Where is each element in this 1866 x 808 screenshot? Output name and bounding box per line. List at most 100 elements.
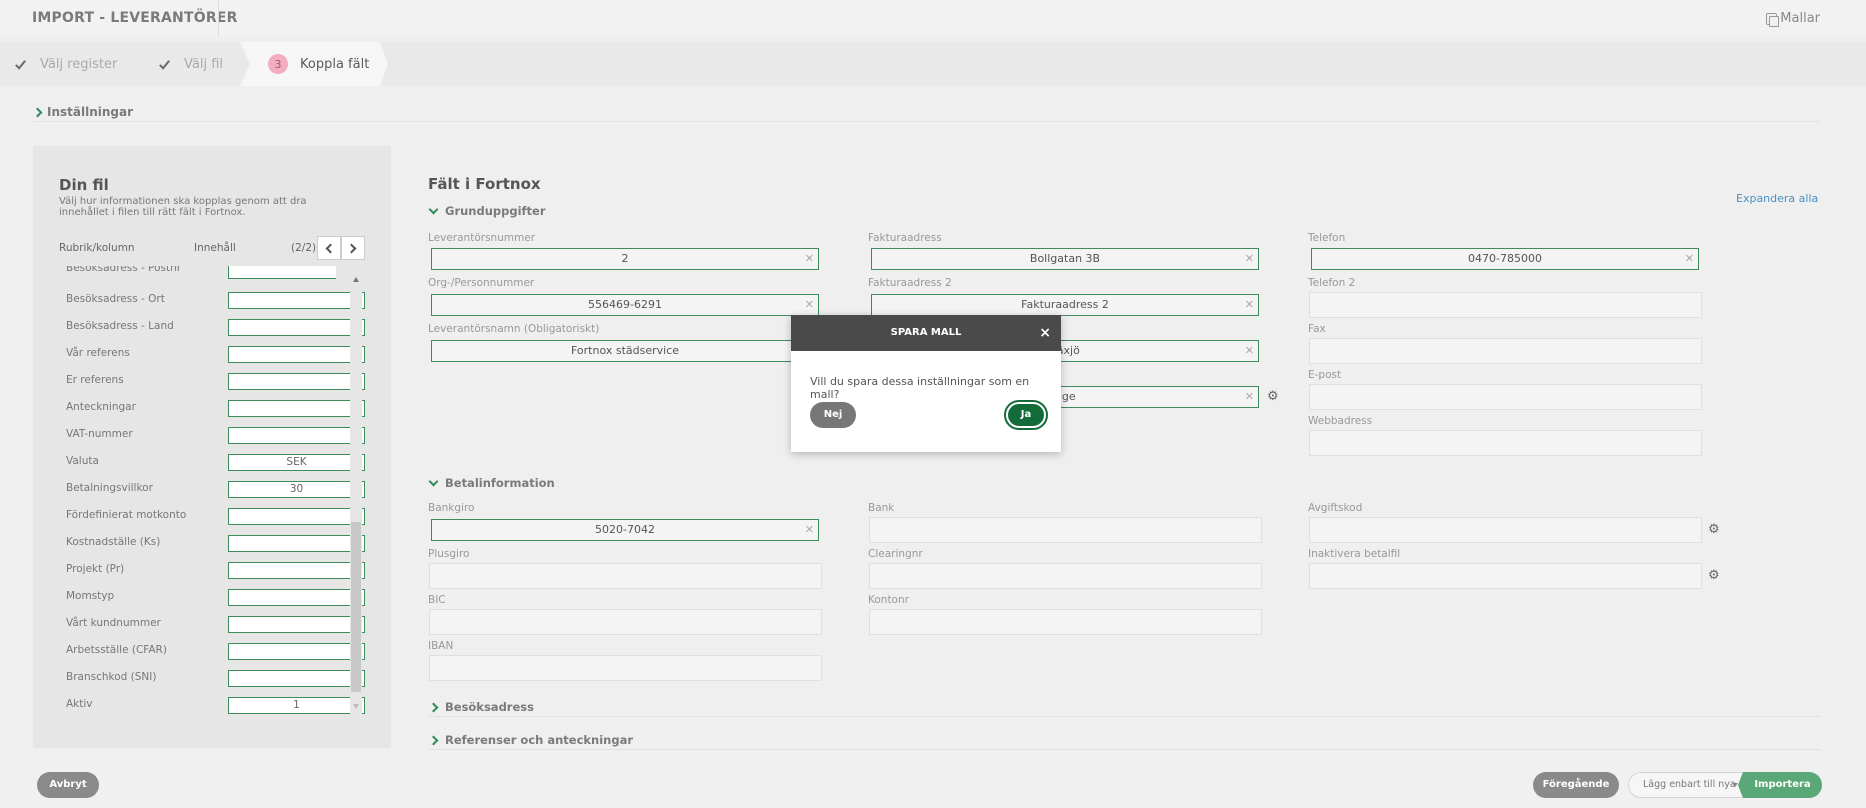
close-icon[interactable]: × — [1039, 315, 1051, 351]
clear-icon[interactable]: ✕ — [805, 249, 814, 269]
clear-icon[interactable]: ✕ — [805, 295, 814, 315]
list-item[interactable]: Er referens — [66, 371, 365, 391]
fax-field[interactable] — [1309, 338, 1702, 364]
scrollbar[interactable] — [350, 274, 362, 714]
prev-page-button[interactable] — [317, 236, 341, 260]
leverantorsnummer-field[interactable]: 2 ✕ — [431, 248, 819, 270]
previous-button[interactable]: Föregående — [1533, 772, 1619, 798]
row-value-dropzone[interactable] — [228, 400, 365, 417]
section-betalinformation-toggle[interactable]: Betalinformation — [428, 476, 555, 490]
bic-field[interactable] — [429, 609, 822, 635]
list-item[interactable]: Fördefinierat motkonto — [66, 506, 365, 526]
list-item[interactable]: Betalningsvillkor 30 — [66, 479, 365, 499]
step-label: Välj fil — [184, 56, 224, 72]
row-value-dropzone[interactable] — [228, 562, 365, 579]
row-value-dropzone[interactable] — [228, 292, 365, 309]
step-valj-fil[interactable]: Välj fil — [154, 42, 223, 86]
clear-icon[interactable]: ✕ — [1245, 387, 1254, 407]
gear-icon[interactable]: ⚙ — [1708, 523, 1720, 536]
scrollbar-thumb[interactable] — [351, 522, 361, 692]
copy-icon — [1766, 12, 1780, 27]
field-value: Fakturaadress 2 — [1021, 298, 1109, 311]
gear-icon[interactable]: ⚙ — [1267, 390, 1279, 403]
clear-icon[interactable]: ✕ — [1685, 249, 1694, 269]
list-item[interactable]: Besöksadress - Postnr — [66, 266, 336, 280]
section-grunduppgifter-toggle[interactable]: Grunduppgifter — [428, 204, 546, 218]
list-item[interactable]: VAT-nummer — [66, 425, 365, 445]
dialog-title: SPARA MALL — [890, 327, 962, 338]
row-value-dropzone[interactable] — [228, 535, 365, 552]
bank-field[interactable] — [869, 517, 1262, 543]
cancel-button[interactable]: Avbryt — [37, 772, 99, 798]
row-label: Vårt kundnummer — [66, 617, 161, 629]
telefon2-field[interactable] — [1309, 292, 1702, 318]
row-value-dropzone[interactable] — [228, 589, 365, 606]
expand-all-link[interactable]: Expandera alla — [1736, 192, 1818, 205]
step-valj-register[interactable]: Välj register — [10, 42, 117, 86]
row-label: Kostnadställe (Ks) — [66, 536, 161, 548]
yes-button[interactable]: Ja — [1004, 400, 1048, 430]
list-item[interactable]: Kostnadställe (Ks) — [66, 533, 365, 553]
row-value-dropzone[interactable]: 30 — [228, 481, 365, 498]
field-label: Avgiftskod — [1308, 502, 1363, 514]
list-item[interactable]: Branschkod (SNI) — [66, 668, 365, 688]
row-value-dropzone[interactable]: 1 — [228, 697, 365, 714]
section-besoksadress-toggle[interactable]: Besöksadress — [428, 700, 534, 714]
gear-icon[interactable]: ⚙ — [1708, 569, 1720, 582]
no-button[interactable]: Nej — [810, 402, 856, 428]
mallar-button[interactable]: Mallar — [1766, 11, 1820, 27]
webbadress-field[interactable] — [1309, 430, 1702, 456]
orgnr-field[interactable]: 556469-6291 ✕ — [431, 294, 819, 316]
row-value-dropzone[interactable] — [228, 616, 365, 633]
field-label: Leverantörsnamn (Obligatoriskt) — [428, 323, 600, 335]
section-referenser-toggle[interactable]: Referenser och anteckningar — [428, 733, 634, 747]
section-title: Referenser och anteckningar — [445, 733, 634, 747]
list-item[interactable]: Anteckningar — [66, 398, 365, 418]
settings-toggle[interactable]: Inställningar — [32, 105, 133, 119]
clear-icon[interactable]: ✕ — [1245, 295, 1254, 315]
row-value-dropzone[interactable] — [228, 427, 365, 444]
list-item[interactable]: Projekt (Pr) — [66, 560, 365, 580]
list-item[interactable]: Vår referens — [66, 344, 365, 364]
row-value-dropzone[interactable] — [228, 643, 365, 660]
row-value-dropzone[interactable] — [228, 266, 336, 279]
clear-icon[interactable]: ✕ — [805, 520, 814, 540]
leverantorsnamn-field[interactable]: Fortnox städservice✕ — [431, 340, 819, 362]
field-value: 0470-785000 — [1468, 252, 1542, 265]
step-koppla-falt[interactable]: 3 Koppla fält — [268, 42, 369, 86]
list-item[interactable]: Vårt kundnummer — [66, 614, 365, 634]
field-label: Plusgiro — [428, 548, 470, 560]
row-value-dropzone[interactable] — [228, 373, 365, 390]
list-item[interactable]: Arbetsställe (CFAR) — [66, 641, 365, 661]
row-value-dropzone[interactable] — [228, 670, 365, 687]
clear-icon[interactable]: ✕ — [1245, 249, 1254, 269]
field-label: Fakturaadress — [868, 232, 942, 244]
bankgiro-field[interactable]: 5020-7042 ✕ — [431, 519, 819, 541]
epost-field[interactable] — [1309, 384, 1702, 410]
row-value-dropzone[interactable] — [228, 508, 365, 525]
kontonr-field[interactable] — [869, 609, 1262, 635]
list-item[interactable]: Momstyp — [66, 587, 365, 607]
row-value-dropzone[interactable] — [228, 346, 365, 363]
row-value-dropzone[interactable]: SEK — [228, 454, 365, 471]
inaktivera-betalfil-field[interactable] — [1309, 563, 1702, 589]
fakturaadress-field[interactable]: Bollgatan 3B ✕ — [871, 248, 1259, 270]
list-item[interactable]: Valuta SEK — [66, 452, 365, 472]
import-mode-dropdown[interactable]: Lägg enbart till nya — [1628, 772, 1746, 798]
iban-field[interactable] — [429, 655, 822, 681]
plusgiro-field[interactable] — [429, 563, 822, 589]
clearingnr-field[interactable] — [869, 563, 1262, 589]
next-page-button[interactable] — [341, 236, 365, 260]
list-item[interactable]: Besöksadress - Ort — [66, 290, 365, 310]
list-item[interactable]: Besöksadress - Land — [66, 317, 365, 337]
telefon-field[interactable]: 0470-785000 ✕ — [1311, 248, 1699, 270]
list-item[interactable]: Aktiv 1 — [66, 695, 365, 715]
field-label: Telefon — [1308, 232, 1346, 244]
fakturaadress2-field[interactable]: Fakturaadress 2 ✕ — [871, 294, 1259, 316]
scroll-down-arrow-icon[interactable] — [353, 704, 359, 709]
clear-icon[interactable]: ✕ — [1245, 341, 1254, 361]
scroll-up-arrow-icon[interactable] — [353, 277, 359, 282]
import-button[interactable]: Importera — [1743, 772, 1822, 798]
row-value-dropzone[interactable] — [228, 319, 365, 336]
avgiftskod-field[interactable] — [1309, 517, 1702, 543]
